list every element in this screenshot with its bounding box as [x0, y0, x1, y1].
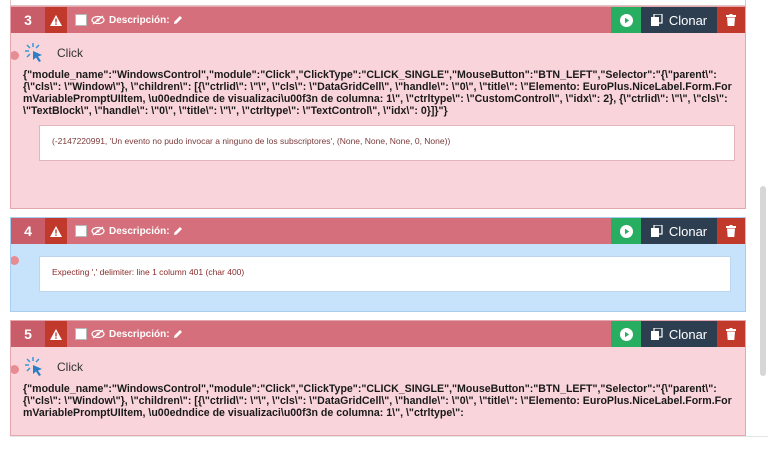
delete-button[interactable] — [717, 321, 745, 347]
warning-button[interactable] — [45, 218, 67, 244]
description-label: Descripción: — [109, 225, 170, 237]
click-cursor-icon — [25, 43, 42, 62]
eye-slash-icon[interactable] — [91, 15, 105, 25]
action-row: Click — [23, 39, 745, 67]
clone-button[interactable]: Clonar — [641, 7, 717, 33]
copy-icon — [650, 328, 663, 340]
step-header: 5 Descripción: Clonar — [11, 321, 745, 347]
action-name: Click — [57, 46, 83, 60]
step-body: Click {"module_name":"WindowsControl","m… — [11, 353, 745, 419]
play-icon — [619, 13, 633, 27]
scrollbar[interactable] — [760, 186, 766, 376]
warning-button[interactable] — [45, 7, 67, 33]
eye-slash-icon[interactable] — [91, 329, 105, 339]
action-json: {"module_name":"WindowsControl","module"… — [23, 69, 732, 117]
clone-label: Clonar — [668, 223, 708, 239]
step-connector-dot — [11, 256, 19, 265]
step-card: 4 Descripción: Clonar Expecting ',' deli… — [10, 217, 746, 312]
run-step-button[interactable] — [611, 7, 641, 33]
clone-button[interactable]: Clonar — [641, 321, 717, 347]
step-connector-dot — [11, 51, 19, 60]
delete-button[interactable] — [717, 7, 745, 33]
pencil-icon[interactable] — [173, 329, 183, 339]
run-step-button[interactable] — [611, 321, 641, 347]
clone-label: Clonar — [668, 12, 708, 28]
run-step-button[interactable] — [611, 218, 641, 244]
step-number: 5 — [11, 321, 45, 347]
clone-label: Clonar — [668, 326, 708, 342]
pencil-icon[interactable] — [173, 226, 183, 236]
result-message: Expecting ',' delimiter: line 1 column 4… — [39, 256, 731, 292]
eye-slash-icon[interactable] — [91, 226, 105, 236]
step-card: 3 Descripción: Clonar Click {"module_nam… — [10, 6, 746, 209]
pencil-icon[interactable] — [173, 15, 183, 25]
delete-button[interactable] — [717, 218, 745, 244]
step-number: 3 — [11, 7, 45, 33]
trash-icon — [726, 328, 736, 340]
step-body: Click {"module_name":"WindowsControl","m… — [11, 39, 745, 161]
copy-icon — [650, 225, 663, 237]
step-card: 5 Descripción: Clonar Click {"module_nam… — [10, 320, 746, 436]
action-row: Click — [23, 353, 745, 381]
warning-icon — [50, 328, 62, 340]
description-label: Descripción: — [109, 14, 170, 26]
disable-checkbox[interactable] — [75, 328, 87, 340]
warning-icon — [50, 225, 62, 237]
clone-button[interactable]: Clonar — [641, 218, 717, 244]
step-header: 4 Descripción: Clonar — [11, 218, 745, 244]
step-header: 3 Descripción: Clonar — [11, 7, 745, 33]
step-body: Expecting ',' delimiter: line 1 column 4… — [11, 256, 745, 292]
description-label: Descripción: — [109, 328, 170, 340]
action-name: Click — [57, 360, 83, 374]
trash-icon — [726, 14, 736, 26]
warning-icon — [50, 14, 62, 26]
warning-button[interactable] — [45, 321, 67, 347]
step-connector-dot — [11, 365, 19, 374]
step-number: 4 — [11, 218, 45, 244]
result-message: (-2147220991, 'Un evento no pudo invocar… — [39, 125, 735, 161]
play-icon — [619, 327, 633, 341]
bottom-panel — [0, 436, 768, 459]
disable-checkbox[interactable] — [75, 14, 87, 26]
trash-icon — [726, 225, 736, 237]
play-icon — [619, 224, 633, 238]
disable-checkbox[interactable] — [75, 225, 87, 237]
click-cursor-icon — [25, 357, 42, 376]
copy-icon — [650, 14, 663, 26]
action-json: {"module_name":"WindowsControl","module"… — [23, 383, 732, 419]
